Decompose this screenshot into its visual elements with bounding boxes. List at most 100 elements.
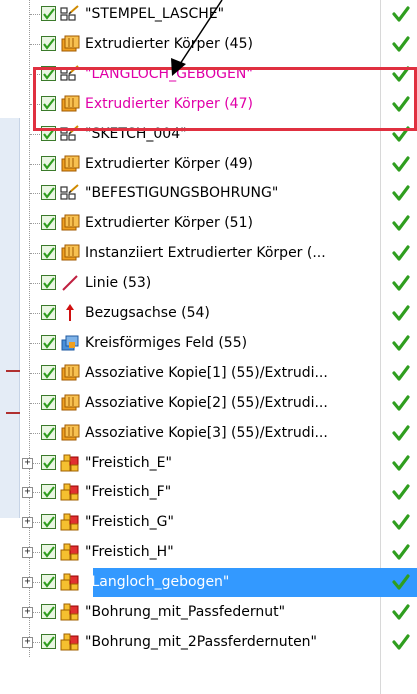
tree-row-label: Assoziative Kopie[1] (55)/Extrudi... [85, 364, 328, 381]
visibility-checkbox[interactable] [41, 305, 56, 320]
tree-row-label: "Langloch_gebogen" [85, 574, 230, 591]
side-panel-marker [6, 412, 20, 414]
tree-guide-line [30, 133, 40, 135]
tree-row-label: "Bohrung_mit_2Passferdernuten" [85, 633, 317, 650]
tree-row[interactable]: + "Langloch_gebogen" [20, 568, 417, 598]
expand-toggle[interactable]: + [22, 517, 33, 529]
tree-row[interactable]: Assoziative Kopie[3] (55)/Extrudi... [20, 418, 417, 448]
tree-row-label: "Freistich_G" [85, 514, 174, 531]
status-check-icon [392, 634, 410, 650]
visibility-checkbox[interactable] [41, 334, 56, 350]
visibility-checkbox[interactable] [41, 574, 56, 590]
tree-row[interactable]: Extrudierter Körper (51) [20, 209, 417, 239]
extrude-icon [60, 244, 80, 262]
tree-row[interactable]: Extrudierter Körper (49) [20, 149, 417, 179]
status-check-icon [392, 395, 410, 411]
status-check-icon [392, 484, 410, 500]
sketch-icon [60, 184, 80, 202]
status-check-icon [392, 335, 410, 351]
udf-icon [60, 483, 80, 501]
status-check-icon [392, 185, 410, 201]
visibility-checkbox[interactable] [41, 275, 56, 291]
status-check-icon [392, 574, 410, 590]
annotation-arrow [171, 0, 223, 76]
tree-guide-line [30, 432, 40, 434]
tree-row-label: Instanziiert Extrudierter Körper (... [85, 245, 326, 262]
udf-icon [60, 454, 80, 472]
tree-row[interactable]: + "Freistich_H" [20, 538, 417, 568]
status-check-icon [392, 275, 410, 291]
expand-toggle[interactable]: + [22, 547, 33, 559]
tree-row-label: "Freistich_F" [85, 484, 172, 501]
visibility-checkbox[interactable] [41, 215, 56, 231]
status-check-icon [392, 514, 410, 530]
status-check-icon [392, 245, 410, 261]
tree-row-label: "Freistich_E" [85, 454, 172, 471]
expand-toggle[interactable]: + [22, 487, 33, 499]
expand-toggle[interactable]: + [22, 457, 33, 469]
tree-row[interactable]: + "Freistich_F" [20, 478, 417, 508]
tree-row[interactable]: "BEFESTIGUNGSBOHRUNG" [20, 179, 417, 209]
tree-row[interactable]: Assoziative Kopie[2] (55)/Extrudi... [20, 388, 417, 418]
udf-icon [60, 633, 80, 651]
status-check-icon [392, 424, 410, 441]
tree-row-label: "Freistich_H" [85, 544, 174, 561]
visibility-checkbox[interactable] [41, 155, 56, 171]
status-check-icon [392, 155, 410, 172]
tree-row-label: Extrudierter Körper (49) [85, 155, 253, 172]
visibility-checkbox[interactable] [41, 394, 56, 410]
tree-row[interactable]: Instanziiert Extrudierter Körper (... [20, 239, 417, 269]
tree-guide-line [30, 223, 40, 225]
visibility-checkbox[interactable] [41, 633, 56, 649]
tree-guide-line [30, 253, 40, 255]
tree-guide-line [30, 163, 40, 165]
tree-row-label: "BEFESTIGUNGSBOHRUNG" [85, 185, 279, 202]
extrude-icon [60, 424, 80, 442]
tree-guide-line [30, 372, 40, 374]
visibility-checkbox[interactable] [41, 454, 56, 470]
tree-guide-line [30, 402, 40, 404]
tree-row-label: Assoziative Kopie[3] (55)/Extrudi... [85, 424, 328, 441]
expand-toggle[interactable]: + [22, 577, 33, 589]
tree-guide-line [30, 193, 40, 195]
visibility-checkbox[interactable] [41, 245, 56, 261]
expand-toggle[interactable]: + [22, 607, 33, 618]
tree-row[interactable]: + "Freistich_E" [20, 448, 417, 478]
tree-row-label: Linie (53) [85, 275, 152, 292]
tree-row[interactable]: Bezugsachse (54) [20, 299, 417, 328]
visibility-checkbox[interactable] [41, 185, 56, 201]
status-check-icon [392, 454, 410, 471]
datum-axis-icon [60, 304, 80, 322]
udf-icon [60, 573, 80, 591]
pattern-icon [60, 334, 80, 352]
visibility-checkbox[interactable] [41, 364, 56, 380]
line-icon [60, 274, 80, 292]
visibility-checkbox[interactable] [41, 604, 56, 619]
visibility-checkbox[interactable] [41, 544, 56, 560]
visibility-checkbox[interactable] [41, 484, 56, 500]
extrude-icon [60, 214, 80, 232]
extrude-icon [60, 364, 80, 382]
visibility-checkbox[interactable] [41, 514, 56, 530]
udf-icon [60, 603, 80, 621]
status-check-icon [392, 215, 410, 231]
side-panel-marker [6, 370, 20, 372]
visibility-checkbox[interactable] [41, 424, 56, 440]
tree-row-label: Bezugsachse (54) [85, 305, 210, 321]
expand-toggle[interactable]: + [22, 636, 33, 648]
tree-row[interactable]: + "Bohrung_mit_Passfedernut" [20, 598, 417, 627]
tree-row[interactable]: Linie (53) [20, 269, 417, 299]
tree-row[interactable]: Kreisförmiges Feld (55) [20, 328, 417, 358]
status-check-icon [392, 604, 410, 620]
tree-row[interactable]: + "Bohrung_mit_2Passferdernuten" [20, 627, 417, 657]
tree-guide-line [30, 342, 40, 344]
extrude-icon [60, 394, 80, 412]
tree-row[interactable]: + "Freistich_G" [20, 508, 417, 538]
tree-row[interactable]: Assoziative Kopie[1] (55)/Extrudi... [20, 358, 417, 388]
udf-icon [60, 513, 80, 531]
status-check-icon [392, 305, 410, 321]
tree-guide-line [30, 283, 40, 285]
tree-row-label: Assoziative Kopie[2] (55)/Extrudi... [85, 394, 328, 411]
tree-row-label: "Bohrung_mit_Passfedernut" [85, 604, 286, 620]
status-check-icon [392, 544, 410, 560]
